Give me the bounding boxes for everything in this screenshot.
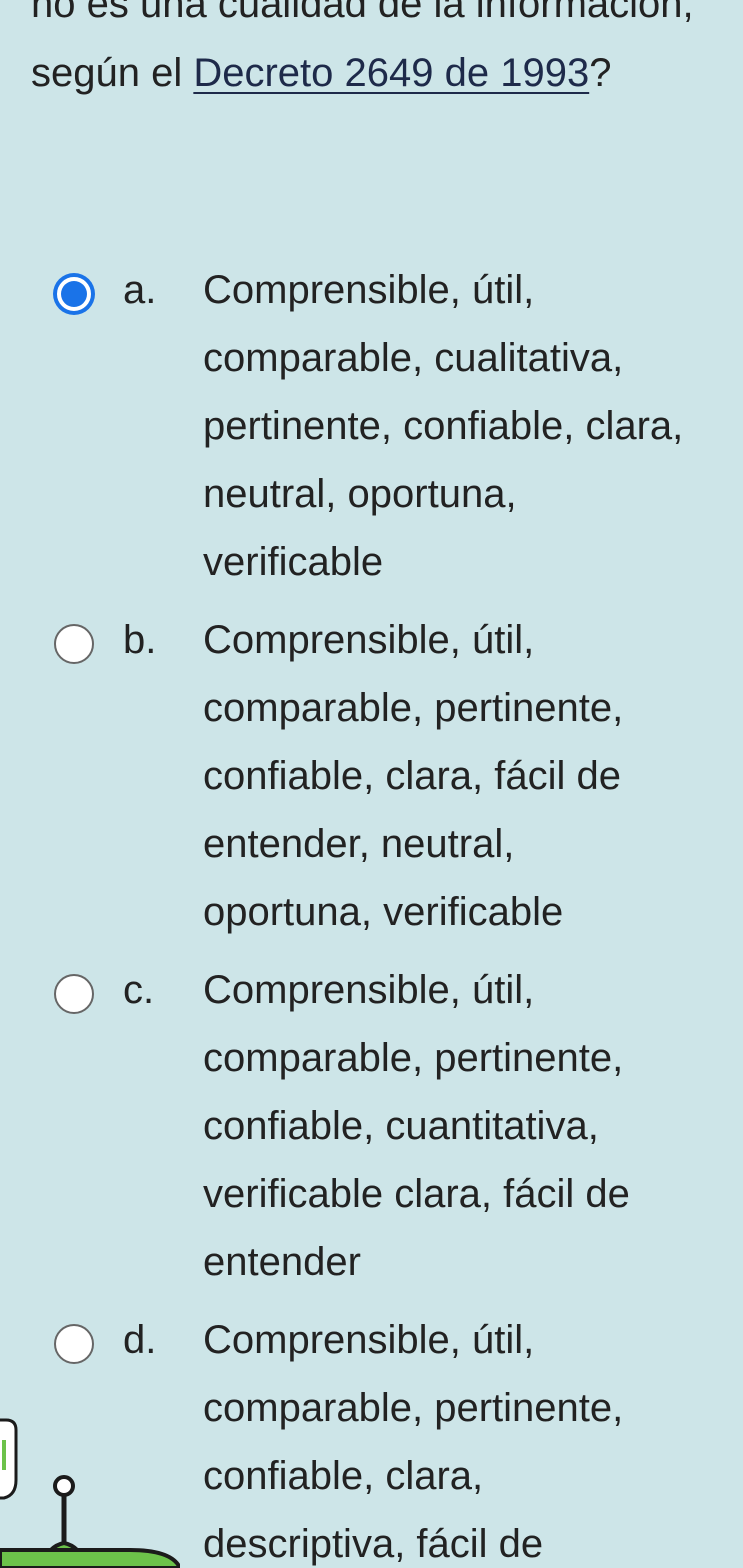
question-text-after: ?	[589, 51, 612, 95]
option-letter: c.	[123, 968, 155, 1012]
radio-button-a[interactable]	[54, 274, 94, 314]
radio-selected-dot	[61, 281, 87, 307]
option-label: Comprensible, útil, comparable, pertinen…	[203, 968, 630, 1284]
option-label: Comprensible, útil, comparable, pertinen…	[203, 618, 624, 934]
option-letter: d.	[123, 1318, 157, 1362]
option-letter: a.	[123, 268, 157, 312]
option-letter: b.	[123, 618, 157, 662]
radio-button-c[interactable]	[54, 974, 94, 1014]
decreto-link[interactable]: Decreto 2649 de 1993	[193, 51, 589, 95]
radio-button-b[interactable]	[54, 624, 94, 664]
question-text: no es una cualidad de la información, se…	[31, 0, 721, 108]
radio-button-d[interactable]	[54, 1324, 94, 1364]
quiz-page: no es una cualidad de la información, se…	[0, 0, 743, 1568]
option-label: Comprensible, útil, comparable, cualitat…	[203, 268, 684, 584]
robot-mascot-icon	[0, 1418, 180, 1568]
option-label: Comprensible, útil, comparable, pertinen…	[203, 1318, 624, 1566]
